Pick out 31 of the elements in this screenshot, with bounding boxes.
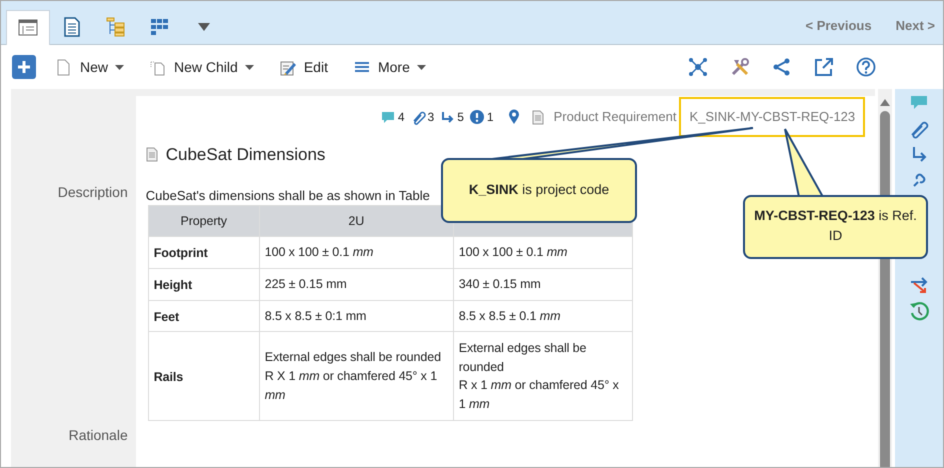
item-type-text: Product Requirement — [554, 108, 676, 126]
table-cell: External edges shall be rounded R x 1 mm or chamfered 45° x 1 mm — [453, 332, 632, 421]
field-label: Rationale — [68, 426, 129, 445]
count-text: 5 — [457, 109, 464, 126]
column-header: Property — [148, 206, 260, 236]
count-text: 1 — [486, 109, 494, 126]
ref-id-text: K_SINK-MY-CBST-REQ-123 — [679, 97, 866, 137]
callout: K_SINK is project code — [441, 158, 637, 223]
description-text: CubeSat's dimensions shall be as shown in Table — [146, 188, 430, 202]
table-cell: Height — [148, 268, 260, 300]
previous-link[interactable]: < Previous — [805, 16, 872, 36]
toolbar-button[interactable]: New Child — [150, 56, 254, 78]
toolbar-button[interactable]: Edit — [280, 56, 328, 78]
item-title: CubeSat Dimensions — [166, 144, 326, 166]
toolbar-button[interactable]: More — [354, 56, 426, 78]
table-cell: 8.5 x 8.5 ± 0:1 mm — [259, 300, 454, 332]
table-cell: Feet — [148, 300, 260, 332]
count-text: 3 — [428, 109, 434, 126]
field-label: Description — [56, 183, 129, 202]
table-cell: External edges shall be rounded R X 1 mm or chamfered 45° x 1 mm — [259, 332, 454, 421]
table-cell: 100 x 100 ± 0.1 mm — [453, 236, 632, 268]
table-cell: 100 x 100 ± 0.1 mm — [259, 236, 454, 268]
table-cell: 340 ± 0.15 mm — [453, 268, 632, 300]
table-cell: Rails — [148, 332, 260, 421]
table-cell: Footprint — [148, 236, 260, 268]
count-text: 4 — [398, 109, 405, 126]
toolbar-button[interactable]: New — [56, 56, 124, 78]
table-cell: 8.5 x 8.5 ± 0.1 mm — [453, 300, 632, 332]
next-link[interactable]: Next > — [896, 16, 935, 36]
table-cell: 225 ± 0.15 mm — [259, 268, 454, 300]
column-header: 2U — [259, 206, 454, 236]
